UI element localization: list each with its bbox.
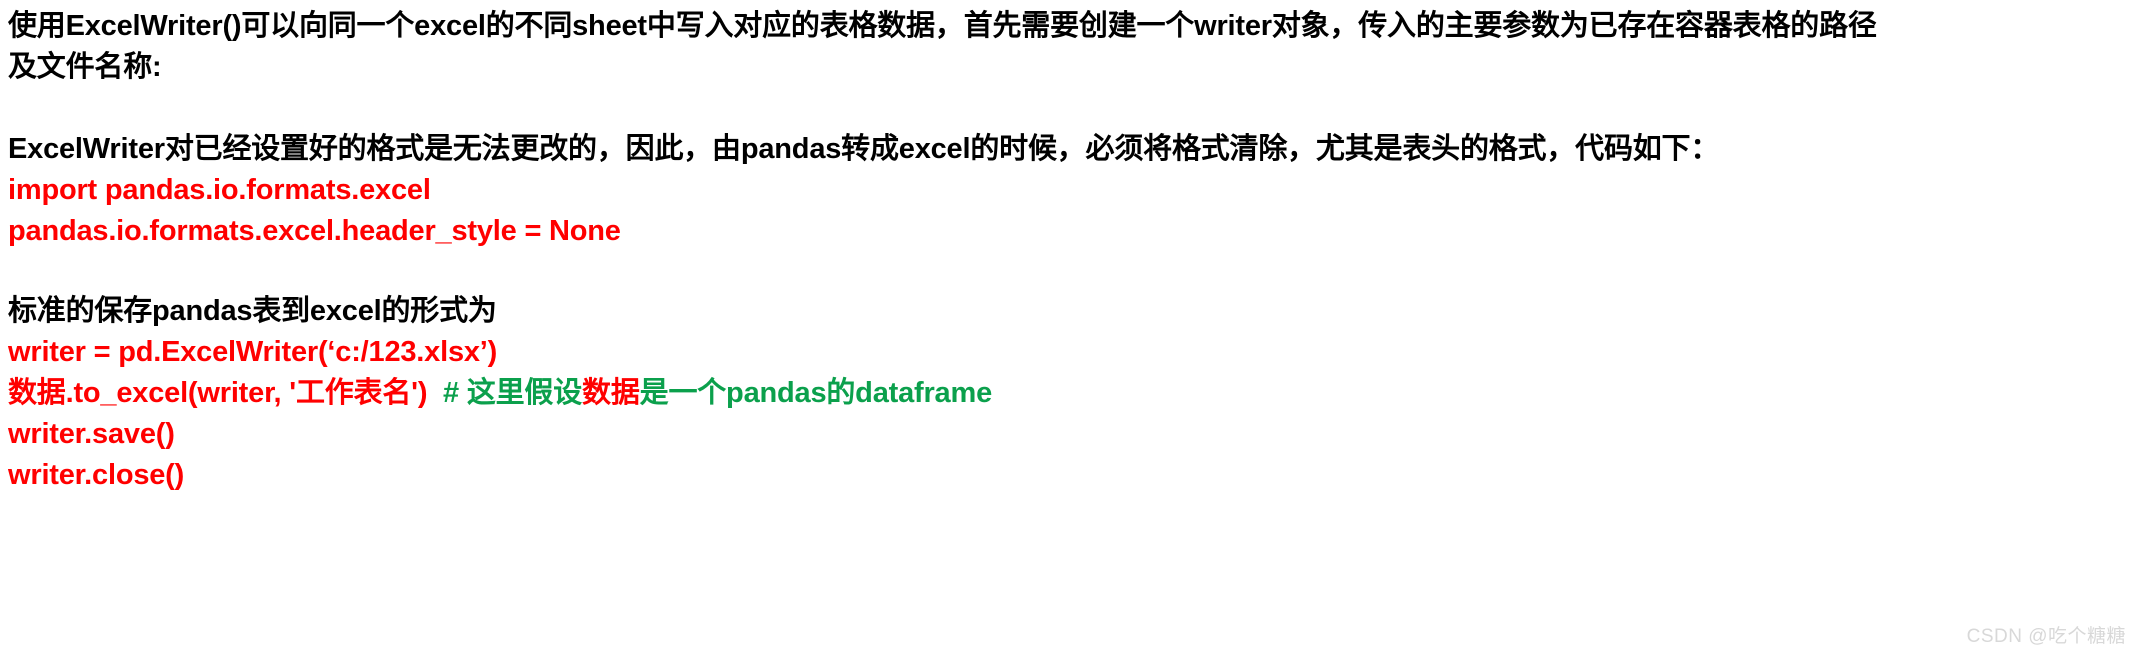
code-comment-part-a: # 这里假设 [443,377,583,409]
csdn-watermark: CSDN @吃个糖糖 [1966,626,2126,647]
paragraph-1-line-2: 及文件名称: [8,51,162,83]
paragraph-2-line-1: ExcelWriter对已经设置好的格式是无法更改的，因此，由pandas转成e… [8,133,1720,165]
code-line-to-excel: 数据.to_excel(writer, '工作表名') # 这里假设数据是一个p… [8,373,2142,414]
document-page: 使用ExcelWriter()可以向同一个excel的不同sheet中写入对应的… [0,0,2142,660]
code-line-writer-init: writer = pd.ExcelWriter(‘c:/123.xlsx’) [8,336,498,368]
code-line-writer-save: writer.save() [8,418,175,450]
code-comment-part-b: 是一个pandas的dataframe [639,377,993,409]
document-body: 使用ExcelWriter()可以向同一个excel的不同sheet中写入对应的… [8,0,2142,496]
code-line-writer-close: writer.close() [8,459,185,491]
paragraph-1-line-1: 使用ExcelWriter()可以向同一个excel的不同sheet中写入对应的… [8,10,1877,42]
code-line-header-style: pandas.io.formats.excel.header_style = N… [8,215,621,247]
paragraph-3-line-1: 标准的保存pandas表到excel的形式为 [8,295,497,327]
code-line-import: import pandas.io.formats.excel [8,174,431,206]
code-comment-highlight: 数据 [582,377,640,409]
code-to-excel-statement: 数据.to_excel(writer, '工作表名') [8,377,428,409]
